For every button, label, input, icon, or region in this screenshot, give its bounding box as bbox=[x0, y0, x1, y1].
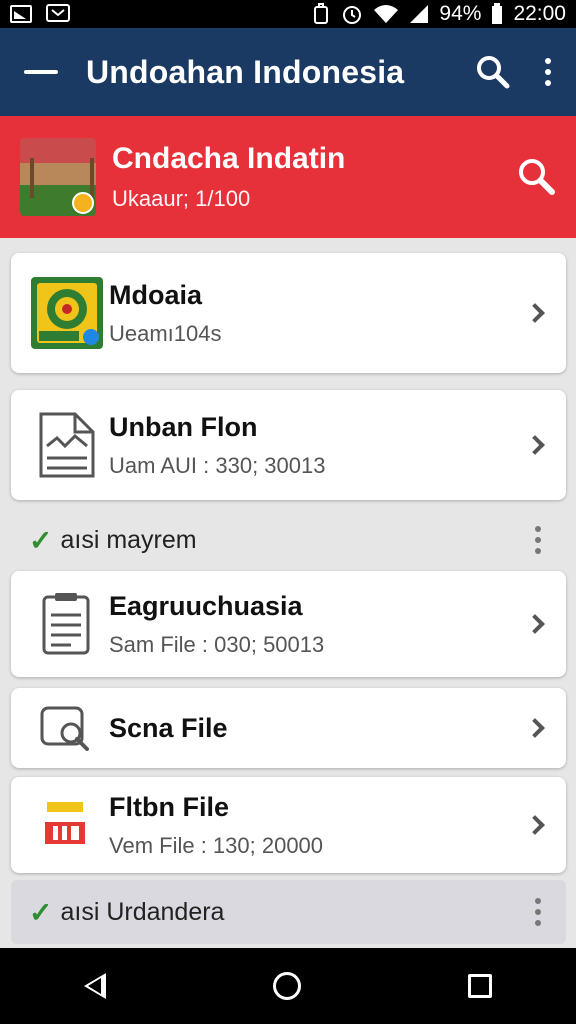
list-item[interactable]: Unban Flon Uam AUI : 330; 30013 bbox=[11, 390, 566, 500]
recent-apps-icon[interactable] bbox=[468, 974, 493, 998]
item-subtitle: Sam File : 030; 50013 bbox=[109, 631, 325, 657]
chevron-right-icon bbox=[525, 435, 545, 455]
item-title: Scna File bbox=[109, 712, 228, 743]
banner-subtitle: Ukaaur; 1/100 bbox=[112, 186, 251, 211]
checkmark-icon: ✓ bbox=[29, 896, 53, 928]
menu-icon[interactable] bbox=[24, 70, 58, 74]
chevron-right-icon bbox=[525, 718, 545, 738]
alarm-icon bbox=[343, 6, 362, 24]
featured-banner[interactable]: Cndacha Indatin Ukaaur; 1/100 bbox=[0, 116, 576, 238]
list-item[interactable]: Fltbn File Vem File : 130; 20000 bbox=[11, 777, 566, 873]
back-icon[interactable] bbox=[83, 973, 106, 999]
section-label: aısi Urdandera bbox=[60, 897, 225, 926]
section-header: ✓ aısi Urdandera bbox=[11, 880, 566, 944]
message-icon bbox=[46, 4, 70, 22]
signal-icon bbox=[410, 5, 429, 23]
item-title: Unban Flon bbox=[109, 411, 258, 442]
battery-percent: 94% bbox=[439, 2, 482, 25]
system-navigation-bar bbox=[0, 948, 576, 1024]
item-subtitle: Vem File : 130; 20000 bbox=[109, 832, 324, 858]
wifi-icon bbox=[374, 5, 399, 23]
item-title: Mdoaia bbox=[109, 279, 203, 310]
list-item[interactable]: Eagruuchuasia Sam File : 030; 50013 bbox=[11, 571, 566, 677]
banner-search-icon[interactable] bbox=[518, 158, 556, 196]
item-title: Fltbn File bbox=[109, 791, 229, 822]
status-bar: 94% 22:00 bbox=[0, 0, 576, 28]
section-overflow-icon[interactable] bbox=[528, 526, 548, 554]
section-label: aısi mayrem bbox=[60, 525, 197, 554]
sync-icon bbox=[314, 3, 329, 24]
checkmark-icon: ✓ bbox=[29, 524, 53, 556]
chevron-right-icon bbox=[525, 303, 545, 323]
chevron-right-icon bbox=[525, 815, 545, 835]
scan-search-icon bbox=[31, 692, 103, 764]
chevron-right-icon bbox=[525, 614, 545, 634]
banner-title: Cndacha Indatin bbox=[112, 142, 346, 175]
battery-icon bbox=[492, 3, 503, 24]
list-item[interactable]: Scna File bbox=[11, 688, 566, 768]
app-bar: Undoahan Indonesia bbox=[0, 28, 576, 116]
item-title: Eagruuchuasia bbox=[109, 590, 303, 621]
item-subtitle: Uam AUI : 330; 30013 bbox=[109, 452, 326, 478]
search-icon[interactable] bbox=[476, 55, 510, 89]
app-title: Undoahan Indonesia bbox=[86, 53, 405, 90]
clipboard-icon bbox=[31, 588, 103, 660]
clock: 22:00 bbox=[513, 2, 566, 25]
item-subtitle: Ueamı104s bbox=[109, 320, 222, 346]
section-overflow-icon[interactable] bbox=[528, 898, 548, 926]
banner-thumbnail bbox=[20, 138, 96, 216]
pdf-icon bbox=[31, 789, 103, 861]
app-badge-icon bbox=[31, 277, 103, 349]
overflow-menu-icon[interactable] bbox=[538, 58, 558, 86]
home-icon[interactable] bbox=[272, 972, 301, 1000]
list-item[interactable]: Mdoaia Ueamı104s bbox=[11, 253, 566, 373]
image-icon bbox=[10, 5, 32, 23]
document-chart-icon bbox=[31, 409, 103, 481]
section-header: ✓ aısi mayrem bbox=[11, 515, 566, 565]
